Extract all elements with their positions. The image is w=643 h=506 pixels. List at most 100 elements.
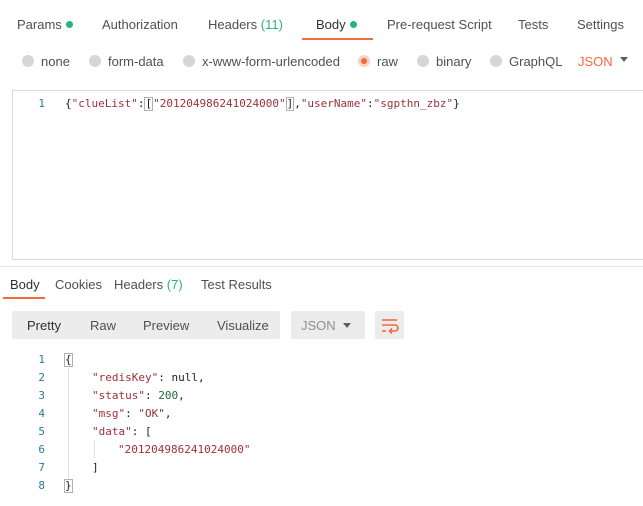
code-line-1: { <box>64 353 73 367</box>
chevron-down-icon <box>343 323 351 328</box>
json-colon: : <box>131 425 145 438</box>
tab-pre-request-label: Pre-request Script <box>387 17 492 32</box>
indent-guide <box>68 368 69 478</box>
line-number: 2 <box>38 371 45 384</box>
radio-circle-icon <box>89 55 101 67</box>
response-tab-headers[interactable]: Headers (7) <box>114 277 183 292</box>
tab-params[interactable]: Params <box>17 17 73 32</box>
json-key: "clueList" <box>71 97 138 110</box>
radio-circle-icon <box>417 55 429 67</box>
json-colon: : <box>125 407 139 420</box>
code-line-7: ] <box>92 461 99 474</box>
json-bracket: [ <box>145 425 152 438</box>
status-dot-icon <box>65 21 73 28</box>
radio-binary[interactable]: binary <box>417 54 471 69</box>
response-view-toolbar: Pretty Raw Preview Visualize <box>12 311 280 339</box>
line-number: 3 <box>38 389 45 402</box>
radio-raw-label: raw <box>377 54 398 69</box>
radio-selected-icon <box>358 55 370 67</box>
response-tab-test-results[interactable]: Test Results <box>201 277 272 292</box>
tab-body-label: Body <box>316 17 346 32</box>
line-number: 5 <box>38 425 45 438</box>
tab-headers[interactable]: Headers (11) <box>208 17 283 32</box>
code-line-8: } <box>64 479 73 493</box>
tab-body[interactable]: Body <box>316 17 357 32</box>
radio-urlencoded-label: x-www-form-urlencoded <box>202 54 340 69</box>
tab-authorization-label: Authorization <box>102 17 178 32</box>
json-bracket: ] <box>285 97 295 111</box>
radio-graphql[interactable]: GraphQL <box>490 54 562 69</box>
json-string-value: "201204986241024000" <box>153 97 286 110</box>
radio-form-data[interactable]: form-data <box>89 54 164 69</box>
json-key: "data" <box>92 425 132 438</box>
json-bracket: ] <box>92 461 99 474</box>
tab-tests-label: Tests <box>518 17 549 32</box>
request-body-editor[interactable]: 1 {"clueList":["201204986241024000"],"us… <box>12 90 643 260</box>
json-string-value: "201204986241024000" <box>118 443 251 456</box>
radio-circle-icon <box>22 55 34 67</box>
response-tab-cookies[interactable]: Cookies <box>55 277 102 292</box>
line-number: 4 <box>38 407 45 420</box>
tab-settings-label: Settings <box>577 17 624 32</box>
radio-circle-icon <box>183 55 195 67</box>
view-pretty-button[interactable]: Pretty <box>27 318 61 333</box>
line-number: 6 <box>38 443 45 456</box>
json-string-value: "OK" <box>138 407 165 420</box>
response-format-select[interactable]: JSON <box>291 311 365 339</box>
response-tab-body[interactable]: Body <box>10 277 40 292</box>
json-colon: : <box>137 97 145 110</box>
json-brace: } <box>453 97 460 110</box>
json-colon: : <box>367 97 374 110</box>
code-line-3: "status": 200, <box>92 389 185 402</box>
radio-none[interactable]: none <box>22 54 70 69</box>
json-comma: , <box>294 97 301 110</box>
wrap-lines-icon <box>382 319 399 335</box>
json-key: "msg" <box>92 407 126 420</box>
status-dot-icon <box>349 21 357 28</box>
json-null-value: null <box>171 371 198 384</box>
code-line-2: "redisKey": null, <box>92 371 205 384</box>
tab-tests[interactable]: Tests <box>518 17 548 32</box>
indent-guide <box>94 440 95 458</box>
radio-raw[interactable]: raw <box>358 54 398 69</box>
response-body-viewer[interactable]: 1 2 3 4 5 6 7 8 { "redisKey": null, "sta… <box>0 348 643 506</box>
panel-divider[interactable] <box>0 266 643 267</box>
json-key: "userName" <box>300 97 368 110</box>
line-number: 7 <box>38 461 45 474</box>
code-line-4: "msg": "OK", <box>92 407 172 420</box>
radio-none-label: none <box>41 54 70 69</box>
tab-authorization[interactable]: Authorization <box>102 17 178 32</box>
tab-headers-label: Headers <box>208 17 258 32</box>
chevron-down-icon[interactable] <box>620 57 628 62</box>
tab-params-label: Params <box>17 17 62 32</box>
json-comma: , <box>197 371 205 384</box>
response-format-label: JSON <box>301 318 336 333</box>
code-line-6: "201204986241024000" <box>118 443 250 456</box>
json-key: "redisKey" <box>92 371 159 384</box>
body-format-select[interactable]: JSON <box>578 54 613 69</box>
json-brace: } <box>64 479 73 493</box>
line-number: 1 <box>38 97 45 110</box>
tab-pre-request-script[interactable]: Pre-request Script <box>387 17 492 32</box>
radio-x-www-form-urlencoded[interactable]: x-www-form-urlencoded <box>183 54 340 69</box>
tab-settings[interactable]: Settings <box>577 17 624 32</box>
response-tabs: Body Cookies Headers (7) Test Results <box>0 270 643 298</box>
active-tab-underline <box>302 38 373 40</box>
response-tab-headers-label: Headers <box>114 277 164 292</box>
line-number: 8 <box>38 479 45 492</box>
request-tabs: Params Authorization Headers (11) Body P… <box>0 0 643 42</box>
json-string-value: "sgpthn_zbz" <box>373 97 454 110</box>
view-raw-button[interactable]: Raw <box>90 318 116 333</box>
wrap-lines-button[interactable] <box>375 311 404 339</box>
radio-form-data-label: form-data <box>108 54 164 69</box>
json-colon: : <box>158 371 172 384</box>
view-visualize-button[interactable]: Visualize <box>217 318 269 333</box>
line-number: 1 <box>38 353 45 366</box>
body-type-selector: none form-data x-www-form-urlencoded raw… <box>0 48 643 76</box>
code-line-5: "data": [ <box>92 425 152 438</box>
json-number-value: 200 <box>158 389 179 402</box>
radio-graphql-label: GraphQL <box>509 54 563 69</box>
view-preview-button[interactable]: Preview <box>143 318 189 333</box>
headers-count-badge: (11) <box>260 17 283 32</box>
json-comma: , <box>178 389 185 402</box>
